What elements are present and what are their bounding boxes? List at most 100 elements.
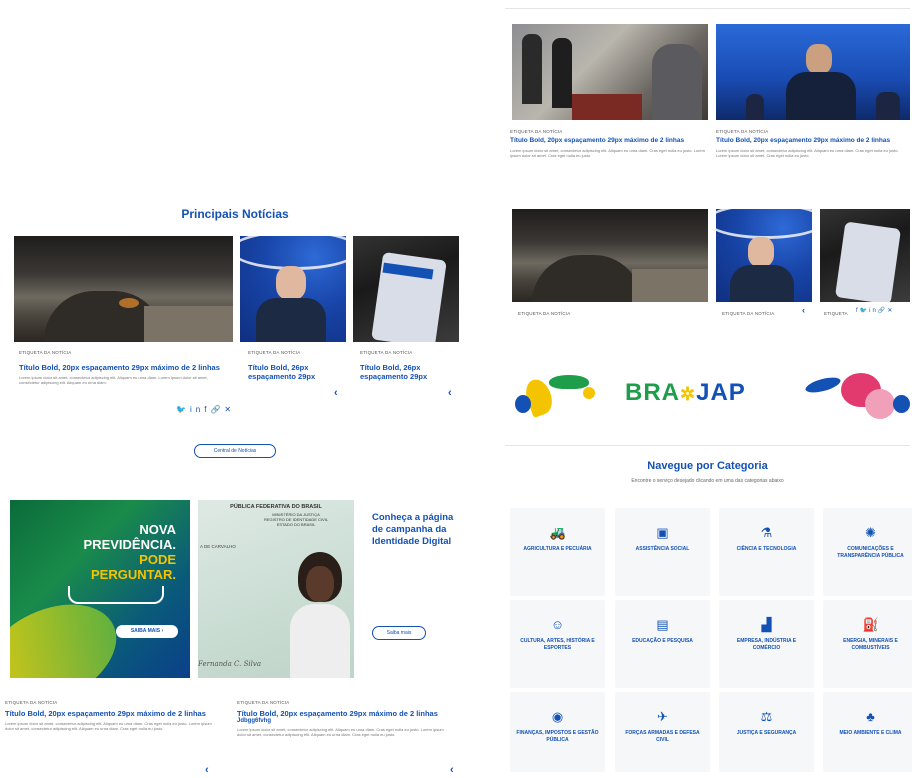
- mid-divider: [505, 445, 910, 446]
- strip-image-president[interactable]: [716, 209, 812, 302]
- strip-tag: ETIQUETA: [824, 311, 848, 316]
- news-tag: ETIQUETA DA NOTÍCIA: [716, 129, 769, 134]
- speech-bubble-icon: [68, 586, 164, 604]
- news-image-president[interactable]: [240, 236, 346, 342]
- tree-icon: ♣: [866, 709, 875, 724]
- category-label: FINANÇAS, IMPOSTOS E GESTÃO PÚBLICA: [516, 730, 599, 743]
- saiba-mais-button[interactable]: Saiba mais: [372, 626, 426, 640]
- news-title[interactable]: Título Bold, 20px espaçamento 29px máxim…: [510, 136, 706, 145]
- news-image-phone[interactable]: [353, 236, 459, 342]
- petal-blue-right: [893, 395, 910, 413]
- news-card-3[interactable]: ETIQUETA DA NOTÍCIA Título Bold, 26px es…: [360, 350, 450, 381]
- satellite-icon: ✺: [865, 525, 876, 540]
- news-card-bottom-2[interactable]: ETIQUETA DA NOTÍCIA Título Bold, 20px es…: [237, 700, 452, 737]
- strip-image-phone[interactable]: [820, 209, 910, 302]
- news-title[interactable]: Título Bold, 20px espaçamento 29px máxim…: [5, 709, 215, 718]
- identity-card-image[interactable]: PÚBLICA FEDERATIVA DO BRASIL MINISTÉRIO …: [198, 500, 354, 678]
- news-body: Lorem ipsum dolor sit amet, consectetur …: [510, 148, 705, 158]
- braz-jap-logo: BRA✲JAP: [625, 379, 746, 407]
- coins-icon: ◉: [551, 709, 564, 724]
- chevron-left-icon[interactable]: ‹: [802, 305, 805, 315]
- petal-navy: [804, 374, 842, 396]
- news-title[interactable]: Título Bold, 20px espaçamento 29px máxim…: [19, 363, 229, 372]
- central-noticias-button[interactable]: Central de Notícias: [194, 444, 276, 458]
- banner-line-4: PERGUNTAR.: [91, 567, 176, 582]
- category-card[interactable]: ✺ COMUNICAÇÕES E TRANSPARÊNCIA PÚBLICA: [823, 508, 912, 596]
- nav-subtitle: Encontre o serviço desejado clicando em …: [631, 478, 784, 484]
- star-icon: ✲: [680, 384, 697, 404]
- news-image-speech[interactable]: [716, 24, 910, 120]
- news-title[interactable]: Título Bold, 26px espaçamento 29px: [248, 363, 338, 381]
- banner-line-2: PREVIDÊNCIA.: [83, 537, 176, 552]
- linkedin-icon[interactable]: in: [190, 405, 204, 414]
- chevron-left-icon[interactable]: ‹: [450, 764, 454, 776]
- bra-text: BRA: [625, 379, 680, 406]
- news-title[interactable]: Título Bold, 26px espaçamento 29px: [360, 363, 450, 381]
- category-card[interactable]: ⛽ ENERGIA, MINERAIS E COMBUSTÍVEIS: [823, 600, 912, 688]
- category-card[interactable]: ⚖ JUSTIÇA E SEGURANÇA: [719, 692, 814, 772]
- category-card[interactable]: ◉ FINANÇAS, IMPOSTOS E GESTÃO PÚBLICA: [510, 692, 605, 772]
- category-label: AGRICULTURA E PECUÁRIA: [523, 546, 592, 552]
- close-icon[interactable]: ✕: [887, 308, 894, 314]
- id-field: A DE CARVALHO: [200, 544, 236, 549]
- news-card-bottom-1[interactable]: ETIQUETA DA NOTÍCIA Título Bold, 20px es…: [5, 700, 215, 731]
- category-label: EMPRESA, INDÚSTRIA E COMÉRCIO: [736, 638, 797, 651]
- news-title[interactable]: Título Bold, 20px espaçamento 29px máxim…: [716, 136, 910, 145]
- category-card[interactable]: ▟ EMPRESA, INDÚSTRIA E COMÉRCIO: [719, 600, 814, 688]
- theater-masks-icon: ☺: [550, 617, 565, 632]
- linkedin-icon[interactable]: in: [869, 308, 878, 314]
- previdencia-banner[interactable]: NOVA PREVIDÊNCIA. PODE PERGUNTAR. SAIBA …: [10, 500, 190, 678]
- link-icon[interactable]: 🔗: [878, 308, 887, 314]
- news-image-ceremony[interactable]: [512, 24, 708, 120]
- news-card-1[interactable]: ETIQUETA DA NOTÍCIA Título Bold, 20px es…: [19, 350, 229, 385]
- news-card-top-1[interactable]: ETIQUETA DA NOTÍCIA Título Bold, 20px es…: [510, 129, 706, 158]
- microscope-icon: ⚗: [760, 525, 773, 540]
- chevron-left-icon[interactable]: ‹: [205, 764, 209, 776]
- news-tag: ETIQUETA DA NOTÍCIA: [19, 350, 72, 355]
- news-body: Lorem ipsum dolor sit amet, consectetur …: [5, 721, 212, 731]
- petal-light-pink: [865, 389, 895, 419]
- saiba-mais-banner-button[interactable]: SAIBA MAIS ›: [116, 625, 178, 638]
- id-card-icon: ▣: [656, 525, 669, 540]
- link-icon[interactable]: 🔗: [210, 405, 224, 414]
- news-card-top-2[interactable]: ETIQUETA DA NOTÍCIA Título Bold, 20px es…: [716, 129, 910, 158]
- book-icon: ▤: [656, 617, 669, 632]
- twitter-icon[interactable]: 🐦: [176, 405, 190, 414]
- id-signature: Fernanda C. Silva: [198, 660, 261, 668]
- strip-image-city[interactable]: [512, 209, 708, 302]
- news-tag: ETIQUETA DA NOTÍCIA: [5, 700, 58, 705]
- category-card[interactable]: ♣ MEIO AMBIENTE E CLIMA: [823, 692, 912, 772]
- category-label: CIÊNCIA E TECNOLOGIA: [736, 546, 797, 552]
- category-card[interactable]: ✈ FORÇAS ARMADAS E DEFESA CIVIL: [615, 692, 710, 772]
- category-card[interactable]: ▤ EDUCAÇÃO E PESQUISA: [615, 600, 710, 688]
- id-header-1: PÚBLICA FEDERATIVA DO BRASIL: [230, 504, 322, 510]
- category-label: EDUCAÇÃO E PESQUISA: [632, 638, 693, 644]
- news-title[interactable]: Título Bold, 20px espaçamento 29px máxim…: [237, 709, 452, 718]
- news-tag: ETIQUETA DA NOTÍCIA: [360, 350, 413, 355]
- category-card[interactable]: ☺ CULTURA, ARTES, HISTÓRIA E ESPORTES: [510, 600, 605, 688]
- category-card[interactable]: 🚜 AGRICULTURA E PECUÁRIA: [510, 508, 605, 596]
- industry-icon: ▟: [761, 617, 772, 632]
- news-image-city[interactable]: [14, 236, 233, 342]
- share-icons: 🐦inf🔗✕: [176, 405, 235, 414]
- strip-tag: ETIQUETA DA NOTÍCIA: [518, 311, 571, 316]
- news-card-2[interactable]: ETIQUETA DA NOTÍCIA Título Bold, 26px es…: [248, 350, 338, 381]
- news-body: Lorem ipsum dolor sit amet, consectetur …: [716, 148, 899, 158]
- petal-dot: [583, 387, 595, 399]
- gas-pump-icon: ⛽: [862, 617, 879, 632]
- category-label: CULTURA, ARTES, HISTÓRIA E ESPORTES: [520, 638, 595, 651]
- nav-header: Navegue por Categoria Encontre o serviço…: [505, 460, 910, 484]
- category-card[interactable]: ▣ ASSISTÊNCIA SOCIAL: [615, 508, 710, 596]
- close-icon[interactable]: ✕: [224, 405, 235, 414]
- twitter-icon[interactable]: 🐦: [860, 308, 869, 314]
- category-label: ASSISTÊNCIA SOCIAL: [635, 546, 690, 552]
- category-card[interactable]: ⚗ CIÊNCIA E TECNOLOGIA: [719, 508, 814, 596]
- share-chevron-icon[interactable]: ‹: [334, 387, 338, 399]
- banner-line-1: NOVA: [139, 522, 176, 537]
- top-divider: [505, 8, 910, 9]
- share-chevron-icon[interactable]: ‹: [448, 387, 452, 399]
- brasil-japao-banner[interactable]: BRA✲JAP: [505, 365, 910, 425]
- balance-scale-icon: ⚖: [760, 709, 773, 724]
- category-label: MEIO AMBIENTE E CLIMA: [839, 730, 902, 736]
- strip-tag: ETIQUETA DA NOTÍCIA: [722, 311, 775, 316]
